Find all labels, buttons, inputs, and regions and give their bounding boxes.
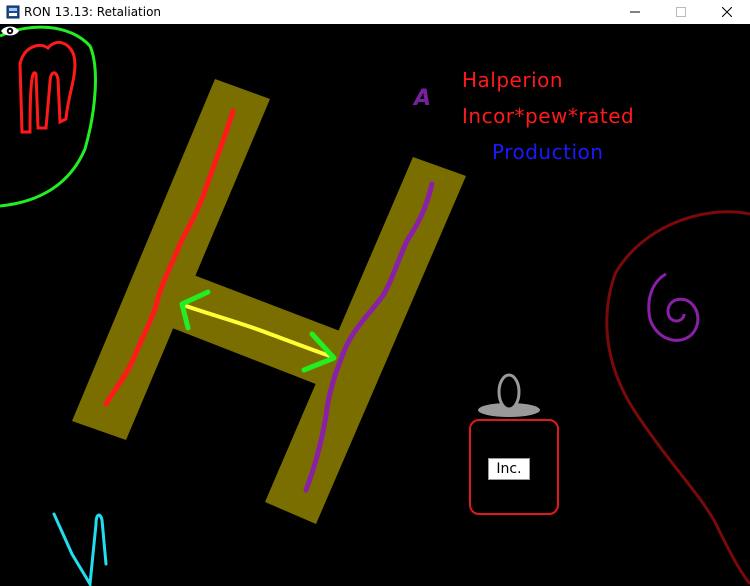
splash-drawing <box>0 25 750 586</box>
inc-figure <box>469 373 559 515</box>
eye-icon[interactable] <box>0 24 20 38</box>
game-canvas[interactable]: A Halperion Incor*pew*rated Production I… <box>0 24 750 586</box>
window-title: RON 13.13: Retaliation <box>24 5 162 19</box>
cyan-scribble <box>52 512 108 586</box>
app-window: RON 13.13: Retaliation A Halperion Incor… <box>0 0 750 586</box>
purple-spiral <box>647 272 700 342</box>
maximize-button[interactable] <box>658 0 704 24</box>
credit-line-incorporated: Incor*pew*rated <box>462 104 635 128</box>
credit-line-halperion: Halperion <box>462 68 564 92</box>
credit-article: A <box>414 86 432 111</box>
close-icon <box>722 7 732 17</box>
h-logo <box>72 79 466 524</box>
minimize-icon <box>630 11 640 13</box>
inc-label: Inc. <box>488 458 530 480</box>
credit-line-production: Production <box>492 140 604 164</box>
app-icon <box>6 5 20 19</box>
maximize-icon <box>676 7 686 17</box>
title-bar[interactable]: RON 13.13: Retaliation <box>0 0 750 24</box>
darkred-swirl <box>605 210 750 585</box>
red-m-glyph <box>18 40 77 134</box>
minimize-button[interactable] <box>612 0 658 24</box>
close-button[interactable] <box>704 0 750 24</box>
